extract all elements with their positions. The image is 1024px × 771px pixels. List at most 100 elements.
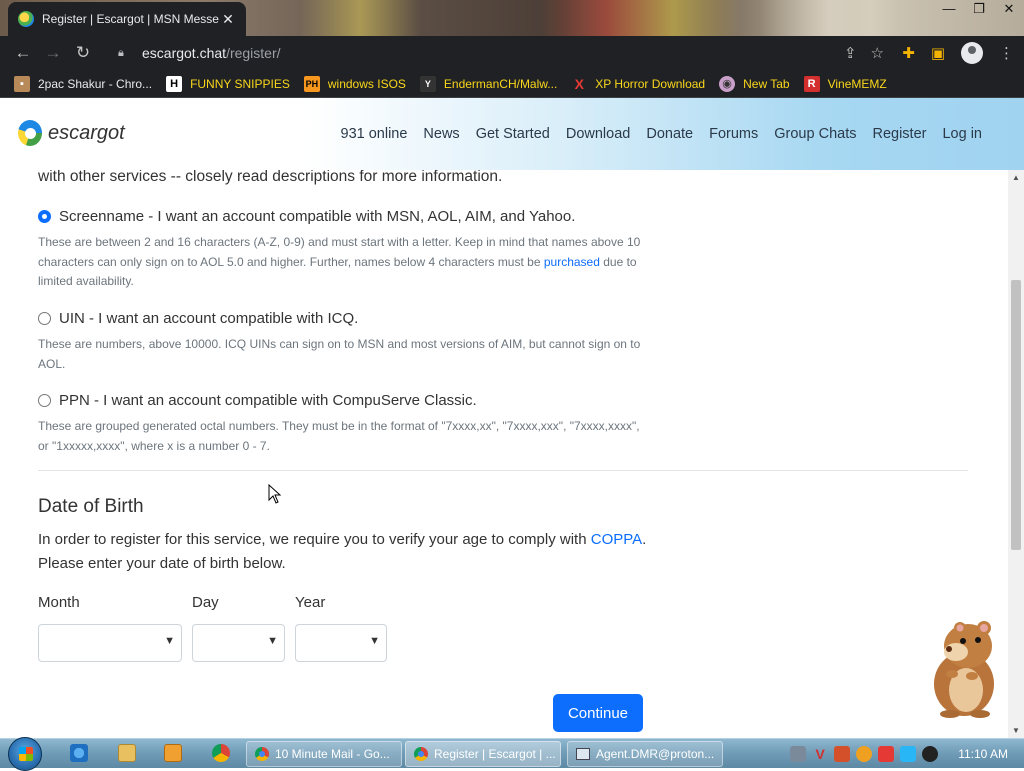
continue-button[interactable]: Continue (553, 694, 643, 732)
coppa-link[interactable]: COPPA (591, 531, 642, 548)
window-controls: — ❐ ✕ (934, 0, 1024, 20)
menu-kebab-icon[interactable]: ⋮ (999, 44, 1014, 62)
taskbar-window[interactable]: 10 Minute Mail - Go... (246, 741, 402, 767)
tray-volume-icon[interactable] (922, 746, 939, 762)
bookmark-item[interactable]: H FUNNY SNIPPIES (166, 75, 290, 92)
scroll-up-icon[interactable]: ▲ (1012, 173, 1020, 182)
back-icon[interactable]: ← (8, 43, 38, 63)
bookmark-item[interactable]: Y EndermanCH/Malw... (419, 75, 557, 92)
tray-flag-icon[interactable] (878, 746, 895, 762)
media-player-icon[interactable] (164, 744, 182, 762)
internet-explorer-icon[interactable] (70, 744, 88, 762)
screenname-radio[interactable] (38, 210, 51, 223)
nav-register[interactable]: Register (872, 126, 926, 142)
share-icon[interactable]: ⇪ (844, 44, 857, 62)
bookmark-label: VineMEMZ (827, 76, 887, 91)
start-button[interactable] (8, 737, 42, 771)
taskbar: 10 Minute Mail - Go... Register | Escarg… (0, 737, 1024, 771)
ppn-radio[interactable] (38, 394, 51, 407)
taskbar-clock[interactable]: 11:10 AM (958, 747, 1008, 761)
nav-login[interactable]: Log in (942, 126, 982, 142)
nav-get-started[interactable]: Get Started (476, 126, 550, 142)
url-path: /register/ (226, 45, 281, 61)
tray-search-icon[interactable] (856, 746, 873, 762)
x-logo-icon: X (574, 75, 584, 92)
ph-logo-icon: PH (303, 75, 320, 92)
option-uin[interactable]: UIN - I want an account compatible with … (38, 310, 358, 327)
nav-donate[interactable]: Donate (646, 126, 693, 142)
nav-download[interactable]: Download (566, 126, 631, 142)
address-bar[interactable]: 🔒︎ escargot.chat/register/ (110, 39, 886, 67)
close-window-button[interactable]: ✕ (994, 0, 1024, 20)
bookmark-item[interactable]: ◉ New Tab (719, 75, 790, 92)
chrome-icon[interactable] (212, 744, 230, 762)
chevron-down-icon: ▼ (164, 635, 175, 647)
forward-icon[interactable]: → (38, 43, 68, 63)
minimize-button[interactable]: — (934, 0, 964, 20)
bookmark-star-icon[interactable]: ☆ (871, 44, 884, 62)
option-ppn[interactable]: PPN - I want an account compatible with … (38, 392, 477, 409)
bookmark-label: FUNNY SNIPPIES (190, 76, 290, 91)
uin-radio[interactable] (38, 312, 51, 325)
purchased-link[interactable]: purchased (544, 255, 600, 269)
scroll-down-icon[interactable]: ▼ (1012, 726, 1020, 735)
bookmark-label: New Tab (743, 76, 790, 91)
system-tray: V 11:10 AM (790, 739, 1024, 769)
scroll-thumb[interactable] (1011, 280, 1021, 550)
chrome-icon (255, 747, 269, 761)
nav-news[interactable]: News (423, 126, 459, 142)
dob-text: In order to register for this service, w… (38, 531, 591, 548)
tab-title: Register | Escargot | MSN Messe (42, 12, 219, 26)
profile-avatar-icon[interactable] (961, 42, 983, 64)
taskbar-window-label: Register | Escargot | ... (434, 747, 556, 761)
nav-group-chats[interactable]: Group Chats (774, 126, 856, 142)
nav-forums[interactable]: Forums (709, 126, 758, 142)
tray-display-icon[interactable] (900, 746, 917, 762)
tray-app-icon[interactable] (834, 746, 851, 762)
file-explorer-icon[interactable] (118, 744, 136, 762)
url-host: escargot.chat (142, 45, 227, 61)
bookmark-item[interactable]: ▪ 2pac Shakur - Chro... (14, 75, 152, 92)
option-label: PPN - I want an account compatible with … (59, 392, 477, 409)
hamster-mascot-icon[interactable] (922, 616, 1006, 720)
bookmarks-bar: ▪ 2pac Shakur - Chro... H FUNNY SNIPPIES… (0, 70, 1024, 98)
chevron-down-icon: ▼ (267, 635, 278, 647)
day-select[interactable]: ▼ (192, 624, 285, 662)
bookmark-item[interactable]: R VineMEMZ (803, 75, 887, 92)
taskbar-window-label: 10 Minute Mail - Go... (275, 747, 390, 761)
toolbar: ← → ↻ 🔒︎ escargot.chat/register/ ⇪ ☆ ✚ ▣… (0, 36, 1024, 70)
site-logo[interactable]: escargot (18, 120, 125, 146)
extensions-puzzle-icon[interactable]: ✚ (902, 44, 915, 62)
bookmark-label: windows ISOS (327, 76, 406, 91)
option-description: These are grouped generated octal number… (38, 419, 640, 453)
window-titlebar: Register | Escargot | MSN Messe ✕ — ❐ ✕ (0, 0, 1024, 36)
page-content: with other services -- closely read desc… (0, 170, 1008, 738)
site-header: escargot 931 online News Get Started Dow… (0, 98, 1024, 170)
month-select[interactable]: ▼ (38, 624, 182, 662)
year-select[interactable]: ▼ (295, 624, 387, 662)
bookmark-label: XP Horror Download (595, 76, 706, 91)
escargot-logo-icon (18, 120, 42, 146)
taskbar-window-label: Agent.DMR@proton... (596, 747, 715, 761)
bookmark-item[interactable]: X XP Horror Download (571, 75, 706, 92)
taskbar-window[interactable]: Agent.DMR@proton... (567, 741, 723, 767)
photo-icon: ▪ (14, 75, 30, 92)
bookmark-item[interactable]: PH windows ISOS (303, 75, 406, 92)
h-logo-icon: H (166, 75, 183, 92)
side-panel-icon[interactable]: ▣ (931, 44, 945, 62)
nav-online-count[interactable]: 931 online (341, 126, 408, 142)
page-scrollbar[interactable]: ▲ ▼ (1008, 170, 1024, 738)
yp-logo-icon: Y (419, 75, 436, 92)
tray-app-icon[interactable] (790, 746, 807, 762)
chevron-down-icon: ▼ (369, 635, 380, 647)
reload-icon[interactable]: ↻ (68, 43, 98, 63)
day-label: Day (192, 594, 219, 611)
maximize-button[interactable]: ❐ (964, 0, 994, 20)
tray-v-icon[interactable]: V (812, 746, 828, 762)
r-logo-icon: R (803, 75, 820, 92)
option-description: These are between 2 and 16 characters (A… (38, 233, 648, 292)
tab-close-icon[interactable]: ✕ (220, 11, 236, 28)
option-screenname[interactable]: Screenname - I want an account compatibl… (38, 208, 575, 225)
taskbar-window-active[interactable]: Register | Escargot | ... (405, 741, 561, 767)
browser-tab-active[interactable]: Register | Escargot | MSN Messe ✕ (8, 2, 246, 36)
